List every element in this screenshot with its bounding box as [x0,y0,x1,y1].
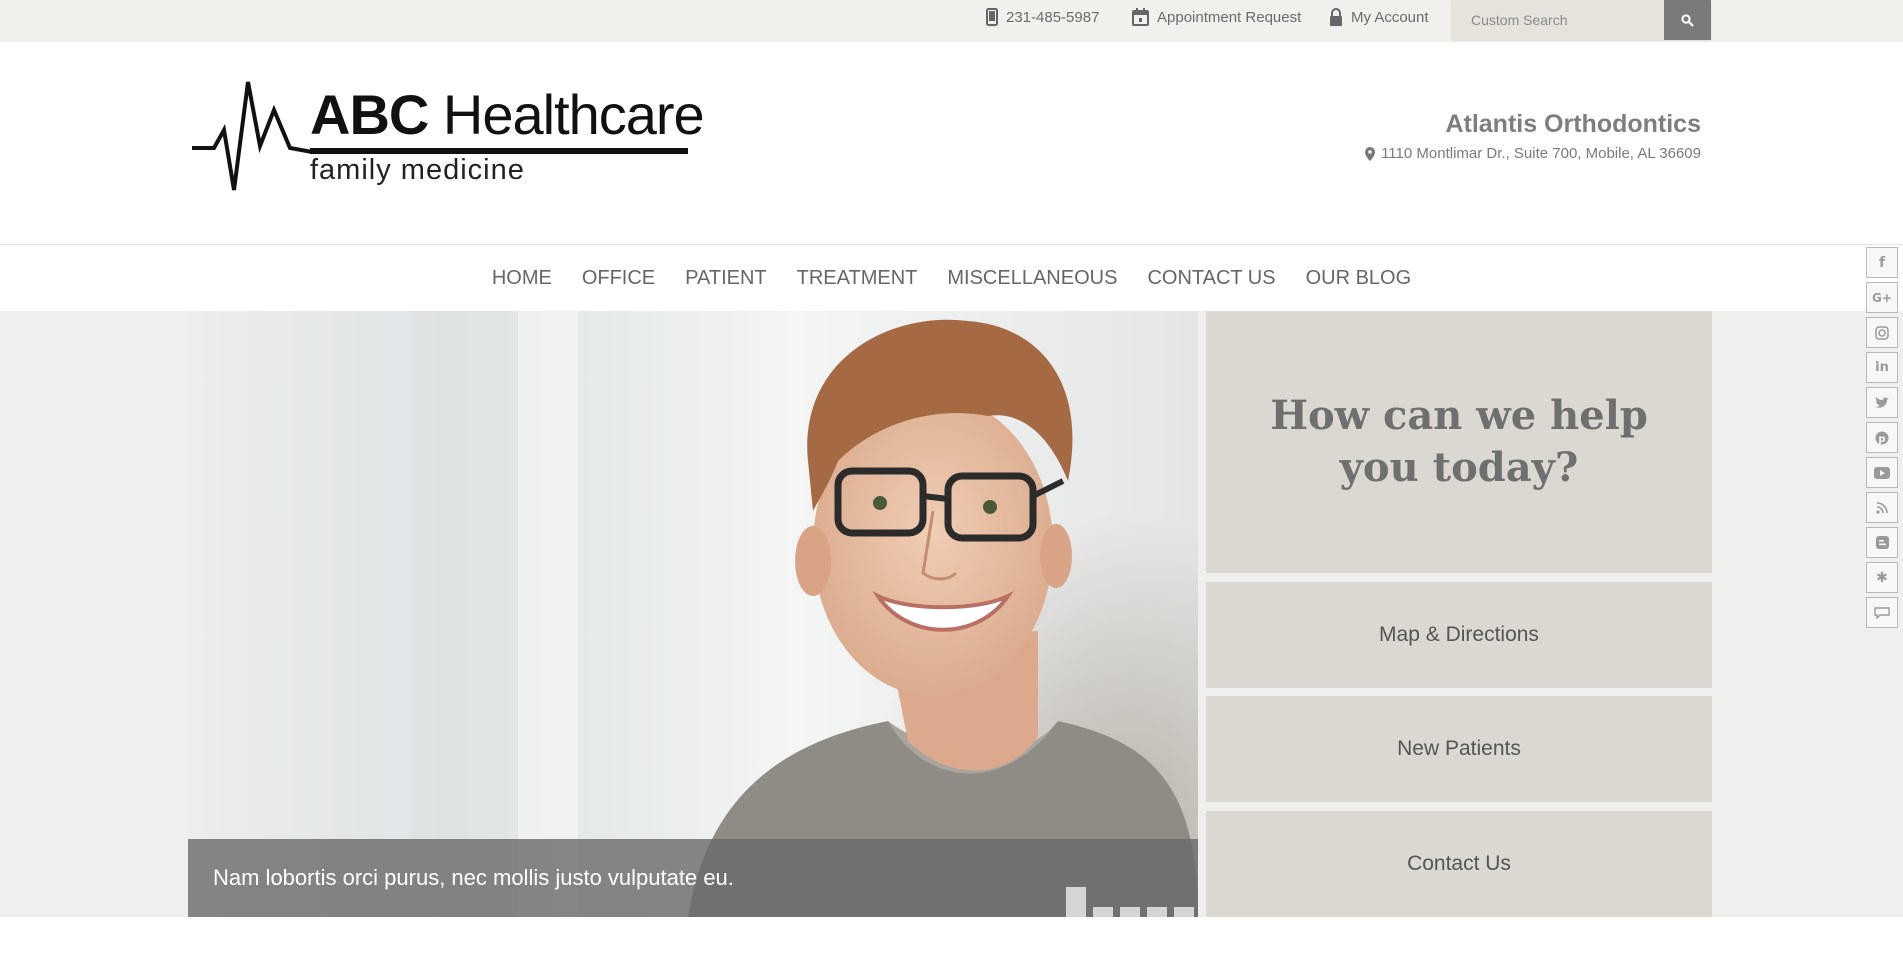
slide-dot-5[interactable] [1174,907,1194,917]
brand-name: ABC Healthcare [310,83,705,146]
youtube-icon[interactable] [1866,457,1898,488]
contact-us-label: Contact Us [1407,852,1511,875]
top-utility-bar: 231-485-5987 Appointment Request My Acco… [0,0,1903,42]
slide-dot-4[interactable] [1147,907,1167,917]
hero-slider[interactable]: Nam lobortis orci purus, nec mollis just… [188,311,1198,917]
nav-item-home[interactable]: HOME [492,267,552,290]
practice-address[interactable]: 1110 Montlimar Dr., Suite 700, Mobile, A… [1365,145,1701,162]
slide-dot-3[interactable] [1120,907,1140,917]
google-plus-icon[interactable]: G+ [1866,282,1898,313]
help-panel: How can we help you today? [1206,311,1712,573]
brand-logo[interactable]: ABC Healthcare family medicine [190,80,705,200]
search-button[interactable] [1664,0,1711,40]
nav-item-patient[interactable]: PATIENT [685,267,766,290]
pinterest-icon[interactable]: p [1866,422,1898,453]
phone-link[interactable]: 231-485-5987 [986,0,1099,34]
new-patients-label: New Patients [1397,737,1521,760]
nav-item-our-blog[interactable]: OUR BLOG [1306,267,1412,290]
new-patients-button[interactable]: New Patients [1206,696,1712,802]
instagram-icon[interactable] [1866,317,1898,348]
svg-text:p: p [1878,434,1885,445]
help-heading: How can we help you today? [1270,392,1648,491]
address-text: 1110 Montlimar Dr., Suite 700, Mobile, A… [1381,145,1701,162]
slide-dot-2[interactable] [1093,907,1113,917]
search-icon [1681,13,1694,27]
brand-tagline: family medicine [310,154,525,186]
main-navigation: HOME OFFICE PATIENT TREATMENT MISCELLANE… [0,244,1903,312]
social-sidebar: f G+ in p ✱ [1866,247,1900,632]
nav-item-miscellaneous[interactable]: MISCELLANEOUS [947,267,1117,290]
yelp-icon[interactable]: ✱ [1866,562,1898,593]
appointment-request-link[interactable]: Appointment Request [1132,0,1301,34]
map-directions-button[interactable]: Map & Directions [1206,582,1712,688]
slide-caption: Nam lobortis orci purus, nec mollis just… [213,865,734,890]
hero-photo-smiling-man [368,311,1198,917]
rss-icon[interactable] [1866,492,1898,523]
nav-item-treatment[interactable]: TREATMENT [797,267,918,290]
my-account-label: My Account [1351,8,1429,26]
search-placeholder: Custom Search [1471,12,1568,28]
slide-dot-1[interactable] [1066,887,1086,917]
linkedin-icon[interactable]: in [1866,352,1898,383]
contact-us-button[interactable]: Contact Us [1206,811,1712,917]
practice-name: Atlantis Orthodontics [1445,110,1701,138]
review-icon[interactable] [1866,597,1898,628]
map-pin-icon [1365,146,1376,161]
slide-pagination [1059,887,1194,917]
nav-item-office[interactable]: OFFICE [582,267,655,290]
slide-caption-bar: Nam lobortis orci purus, nec mollis just… [188,839,1198,917]
appointment-label: Appointment Request [1157,8,1302,26]
my-account-link[interactable]: My Account [1329,0,1429,34]
map-directions-label: Map & Directions [1379,623,1539,646]
calendar-icon [1132,8,1149,26]
nav-item-contact-us[interactable]: CONTACT US [1147,267,1275,290]
twitter-icon[interactable] [1866,387,1898,418]
mobile-phone-icon [986,8,998,26]
facebook-icon[interactable]: f [1866,247,1898,278]
phone-number: 231-485-5987 [1006,8,1100,26]
lock-icon [1330,8,1342,26]
blogger-icon[interactable] [1866,527,1898,558]
